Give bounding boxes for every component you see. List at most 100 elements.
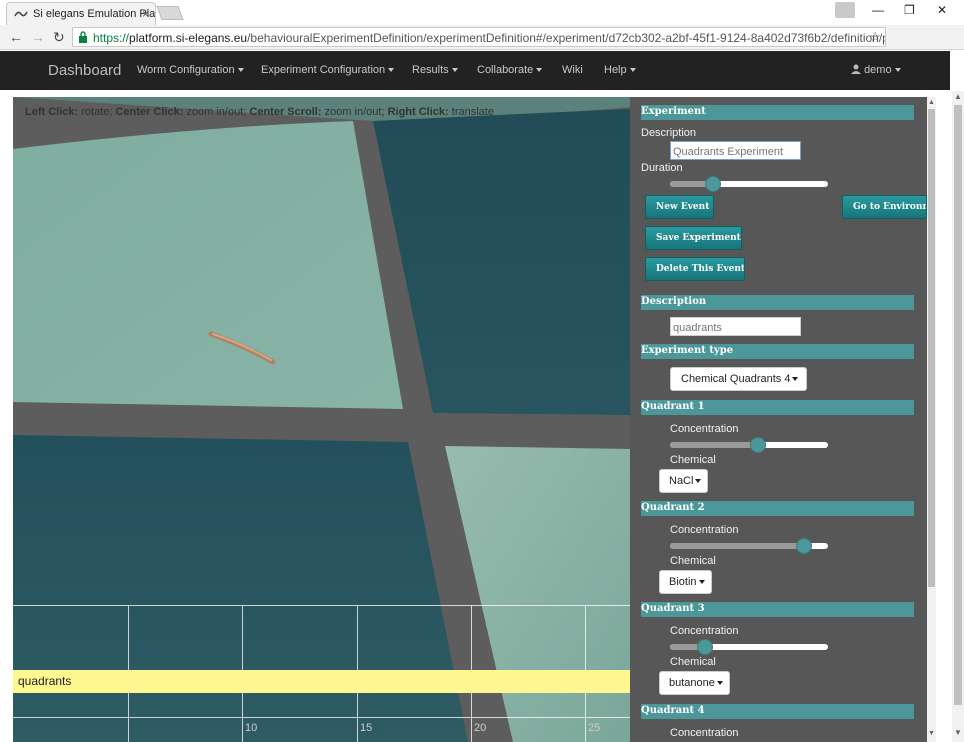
scroll-up-icon[interactable]: ▲	[928, 99, 935, 106]
url-input[interactable]: https://platform.si-elegans.eu/behaviour…	[72, 27, 886, 47]
nav-label: Collaborate	[477, 64, 534, 76]
section-header-quadrant-1: Quadrant 1	[641, 400, 914, 415]
scroll-up-icon[interactable]: ▲	[954, 92, 962, 101]
page-scrollbar[interactable]: ▲ ▼	[952, 91, 964, 742]
dropdown-value: NaCl	[669, 475, 694, 487]
url-scheme: https://	[93, 31, 130, 45]
dropdown-value: butanone	[669, 677, 715, 689]
experiment-panel: Experiment Description Duration New Even…	[630, 97, 927, 742]
quadrant-3-concentration-slider[interactable]	[670, 639, 828, 655]
forward-icon[interactable]: →	[31, 29, 45, 45]
minimize-button[interactable]: —	[872, 3, 884, 17]
nav-label: Worm Configuration	[137, 64, 235, 76]
quadrant-3-chemical-dropdown[interactable]: butanone	[659, 671, 730, 695]
nav-worm-configuration[interactable]: Worm Configuration	[137, 64, 244, 76]
event-description-input[interactable]	[670, 317, 801, 336]
address-bar: ← → ↻ https://platform.si-elegans.eu/beh…	[0, 25, 964, 50]
new-tab-button[interactable]	[156, 6, 184, 20]
quadrant-2-chemical-dropdown[interactable]: Biotin	[659, 570, 712, 594]
panel-scroll-thumb[interactable]	[928, 109, 935, 587]
slider-knob[interactable]	[705, 176, 721, 192]
timeline-tick-label: 15	[360, 722, 373, 734]
profile-icon[interactable]	[835, 2, 855, 18]
user-icon	[851, 64, 861, 74]
quadrant-1-concentration-slider[interactable]	[670, 437, 828, 453]
timeline-tick-label: 25	[588, 722, 601, 734]
new-event-button[interactable]: New Event	[645, 195, 714, 219]
hint-text: zoom in/out;	[321, 106, 388, 118]
nav-wiki[interactable]: Wiki	[562, 64, 583, 76]
timeline-tick-label: 20	[474, 722, 487, 734]
section-header-quadrant-2: Quadrant 2	[641, 501, 914, 516]
timeline-gridline	[13, 605, 630, 606]
panel-scrollbar[interactable]: ▲ ▼	[927, 97, 936, 742]
brand-link[interactable]: Dashboard	[48, 62, 121, 79]
section-header-quadrant-3: Quadrant 3	[641, 602, 914, 617]
caret-down-icon	[894, 68, 901, 73]
page-scroll-thumb[interactable]	[954, 105, 962, 705]
back-icon[interactable]: ←	[9, 29, 23, 45]
url-host: platform.si-elegans.eu	[129, 31, 248, 45]
nav-label: Experiment Configuration	[261, 64, 386, 76]
caret-down-icon	[695, 479, 702, 484]
caret-down-icon	[388, 68, 395, 73]
nav-experiment-configuration[interactable]: Experiment Configuration	[261, 64, 395, 76]
close-window-button[interactable]: ✕	[937, 3, 947, 17]
timeline-tick-label: 10	[245, 722, 258, 734]
section-header-description: Description	[641, 295, 914, 310]
hint-key: Left Click:	[25, 106, 79, 118]
quadrant-top-left	[13, 121, 403, 409]
save-experiment-button[interactable]: Save Experiment	[645, 226, 742, 250]
section-header-quadrant-4: Quadrant 4	[641, 704, 914, 719]
browser-tabbar: Si elegans Emulation Plat × — ❐ ✕	[0, 0, 964, 25]
lock-icon	[79, 31, 87, 43]
concentration-label: Concentration	[670, 727, 739, 739]
concentration-label: Concentration	[670, 625, 739, 637]
quadrant-2-concentration-slider[interactable]	[670, 538, 828, 554]
3d-viewer[interactable]: Left Click: rotate; Center Click: zoom i…	[13, 97, 630, 742]
chemical-label: Chemical	[670, 454, 716, 466]
nav-collaborate[interactable]: Collaborate	[477, 64, 543, 76]
caret-down-icon	[451, 68, 458, 73]
caret-down-icon	[698, 580, 705, 585]
duration-label: Duration	[641, 162, 683, 174]
go-to-environment-button[interactable]: Go to Environm	[842, 195, 927, 219]
experiment-type-dropdown[interactable]: Chemical Quadrants 4	[670, 367, 808, 391]
duration-slider[interactable]	[670, 176, 828, 192]
viewer-controls-hint: Left Click: rotate; Center Click: zoom i…	[25, 106, 494, 118]
caret-down-icon	[237, 68, 244, 73]
quadrant-1-chemical-dropdown[interactable]: NaCl	[659, 469, 709, 493]
hint-key: Center Click:	[115, 106, 184, 118]
browser-tab[interactable]: Si elegans Emulation Plat ×	[6, 2, 156, 25]
slider-knob[interactable]	[697, 639, 713, 655]
hint-text: translate	[448, 106, 494, 118]
timeline-event-bar[interactable]: quadrants	[13, 670, 630, 693]
caret-down-icon	[629, 68, 636, 73]
hint-key: Center Scroll:	[249, 106, 322, 118]
bookmark-star-icon[interactable]: ☆	[869, 29, 881, 45]
scroll-down-icon[interactable]: ▼	[928, 730, 935, 737]
caret-down-icon	[792, 377, 799, 382]
nav-help[interactable]: Help	[604, 64, 636, 76]
slider-knob[interactable]	[750, 437, 766, 453]
scroll-down-icon[interactable]: ▼	[954, 728, 962, 737]
reload-icon[interactable]: ↻	[53, 29, 65, 46]
app-navbar: Dashboard Worm Configuration Experiment …	[0, 51, 950, 90]
nav-results[interactable]: Results	[412, 64, 458, 76]
slider-fill	[670, 543, 804, 549]
user-menu[interactable]: demo	[851, 64, 901, 76]
tab-close-icon[interactable]: ×	[142, 7, 149, 21]
chemical-label: Chemical	[670, 555, 716, 567]
timeline-gridline	[13, 717, 630, 718]
experiment-description-input[interactable]	[670, 141, 801, 160]
concentration-label: Concentration	[670, 423, 739, 435]
nav-label: Help	[604, 64, 627, 76]
hint-text: zoom in/out;	[183, 106, 250, 118]
chemical-label: Chemical	[670, 656, 716, 668]
slider-knob[interactable]	[796, 538, 812, 554]
experiment-description-label: Description	[641, 127, 697, 139]
restore-button[interactable]: ❐	[904, 3, 915, 17]
delete-event-button[interactable]: Delete This Event	[645, 257, 745, 281]
event-timeline[interactable]: quadrants 10 15 20 25	[13, 605, 630, 742]
hint-text: rotate;	[78, 106, 116, 118]
